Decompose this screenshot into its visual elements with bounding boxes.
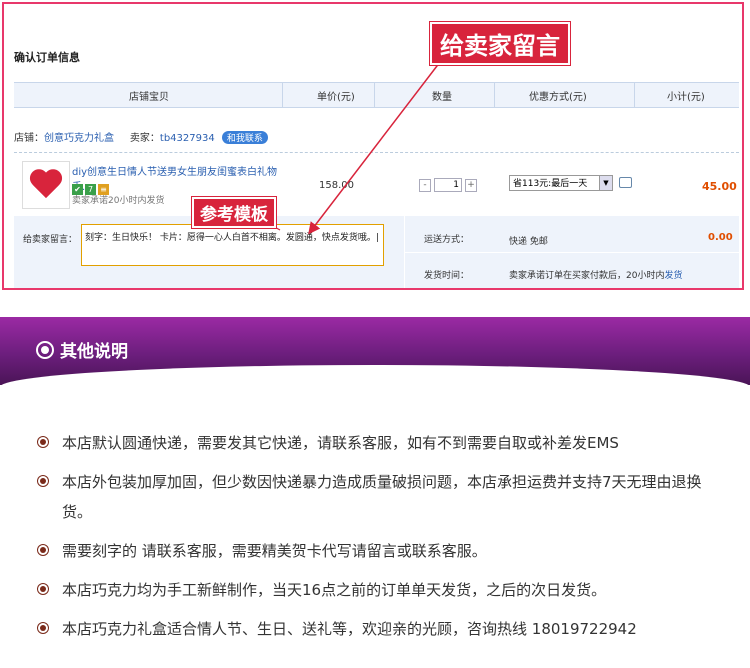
arrow-to-message [308, 61, 441, 235]
list-item: 本店外包装加厚加固，但少数因快递暴力造成质量破损问题，本店承担运费并支持7天无理… [38, 467, 728, 527]
circle-bullet-icon [36, 341, 54, 359]
banner-title-text: 其他说明 [60, 342, 128, 362]
leave-message-callout: 给卖家留言 [430, 22, 570, 65]
list-item: 本店巧克力均为手工新鲜制作，当天16点之前的订单单天发货，之后的次日发货。 [38, 575, 728, 605]
notes-list: 本店默认圆通快递，需要发其它快递，请联系客服，如有不到需要自取或补差发EMS 本… [38, 428, 728, 653]
banner-title: 其他说明 [36, 337, 128, 362]
list-item: 本店巧克力礼盒适合情人节、生日、送礼等，欢迎亲的光顾，咨询热线 18019722… [38, 614, 728, 644]
list-item: 本店默认圆通快递，需要发其它快递，请联系客服，如有不到需要自取或补差发EMS [38, 428, 728, 458]
callout-arrows [261, 61, 441, 235]
list-item: 需要刻字的 请联系客服，需要精美贺卡代写请留言或联系客服。 [38, 536, 728, 566]
template-callout: 参考模板 [192, 197, 276, 228]
